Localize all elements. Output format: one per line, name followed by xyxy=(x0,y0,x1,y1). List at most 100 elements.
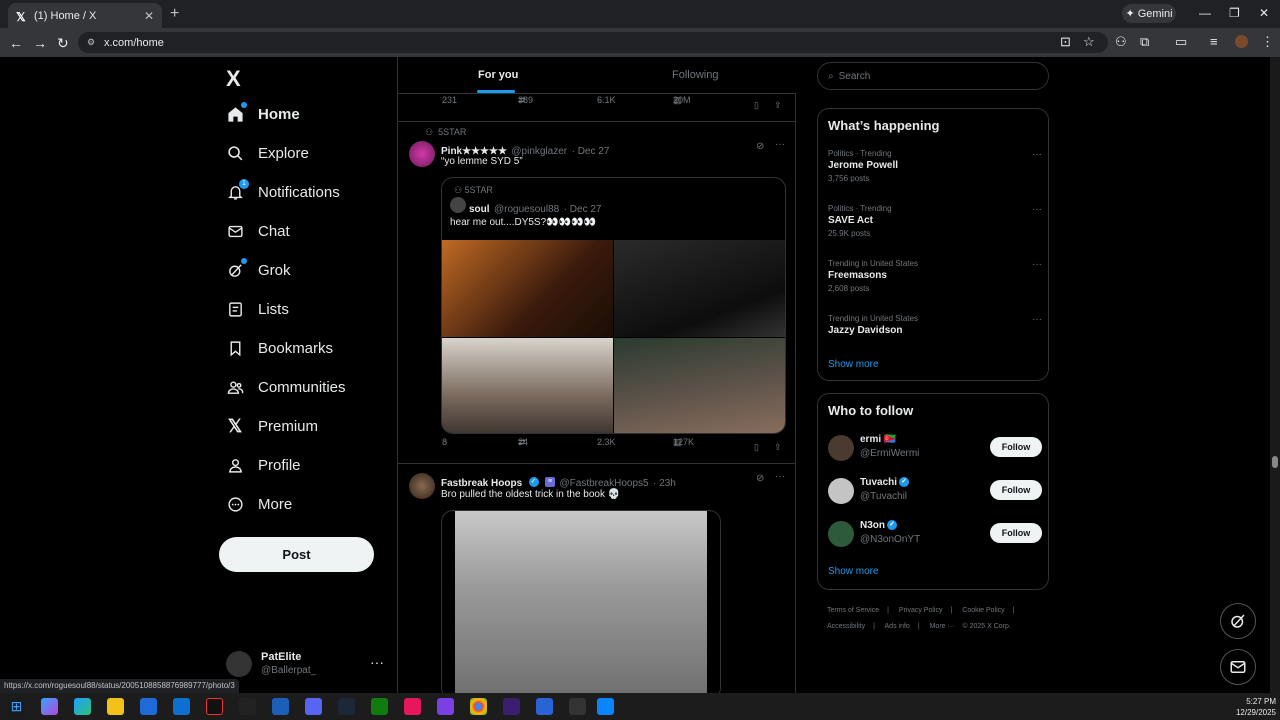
xbox-icon[interactable] xyxy=(371,698,388,715)
close-tab-icon[interactable]: ✕ xyxy=(144,9,154,23)
community-context[interactable]: ⚇ 5STAR xyxy=(425,127,466,138)
show-more-link[interactable]: Show more xyxy=(828,566,879,577)
app-icon[interactable] xyxy=(597,698,614,715)
tab-following[interactable]: Following xyxy=(672,69,718,81)
photo-1[interactable] xyxy=(442,240,613,337)
mail-app-icon[interactable] xyxy=(173,698,190,715)
avatar[interactable] xyxy=(828,478,854,504)
video-frame[interactable] xyxy=(455,511,707,693)
photo-4[interactable] xyxy=(614,338,785,433)
account-more-icon[interactable]: ··· xyxy=(370,654,384,670)
app-icon[interactable] xyxy=(569,698,586,715)
trend-item[interactable]: Politics · Trending Jerome Powell 3,756 … xyxy=(828,149,1042,183)
profile-avatar[interactable] xyxy=(1235,35,1248,48)
grok-icon[interactable]: ⊘ xyxy=(756,141,764,152)
bookmark-star-icon[interactable]: ☆ xyxy=(1083,34,1095,50)
privacy-link[interactable]: Privacy Policy xyxy=(899,607,943,614)
more-icon[interactable]: ··· xyxy=(775,471,785,482)
forward-icon[interactable]: → xyxy=(33,35,47,51)
cookie-link[interactable]: Cookie Policy xyxy=(962,607,1004,614)
nav-grok[interactable]: Grok xyxy=(226,258,291,279)
new-tab-button[interactable]: + xyxy=(170,5,179,23)
extension-icon[interactable]: ⚇ xyxy=(1115,34,1127,50)
file-explorer-icon[interactable] xyxy=(107,698,124,715)
sidepanel-icon[interactable]: ▭ xyxy=(1175,34,1187,50)
copilot-icon[interactable] xyxy=(41,698,58,715)
more-icon[interactable]: ··· xyxy=(775,139,785,150)
app-icon[interactable] xyxy=(437,698,454,715)
grok-float-button[interactable] xyxy=(1220,603,1256,639)
follow-button[interactable]: Follow xyxy=(990,437,1042,457)
trend-item[interactable]: Politics · Trending SAVE Act 25.9K posts… xyxy=(828,204,1042,238)
messages-float-button[interactable] xyxy=(1220,649,1256,685)
discord-icon[interactable] xyxy=(305,698,322,715)
accessibility-link[interactable]: Accessibility xyxy=(827,623,865,630)
more-link[interactable]: More ··· xyxy=(930,623,955,630)
nav-more[interactable]: More xyxy=(226,495,292,513)
url-input[interactable]: ⚙ x.com/home xyxy=(78,32,1108,53)
follow-button[interactable]: Follow xyxy=(990,523,1042,543)
avatar[interactable] xyxy=(409,141,435,167)
avatar[interactable] xyxy=(828,435,854,461)
nav-premium[interactable]: 𝕏 Premium xyxy=(226,416,318,436)
windows-start-icon[interactable]: ⊞ xyxy=(8,698,25,715)
avatar[interactable] xyxy=(828,521,854,547)
follow-suggestion[interactable]: ermi 🇪🇷 @ErmiWermi Follow xyxy=(828,434,1042,464)
media-icon[interactable]: ≡ xyxy=(1210,34,1218,49)
edge-icon[interactable] xyxy=(74,698,91,715)
photo-3[interactable] xyxy=(442,338,613,433)
puzzle-icon[interactable]: ⧉ xyxy=(1140,34,1149,50)
nav-profile[interactable]: Profile xyxy=(226,456,301,474)
store-icon[interactable] xyxy=(140,698,157,715)
follow-button[interactable]: Follow xyxy=(990,480,1042,500)
account-switcher[interactable]: PatElite @Ballerpat_ ··· xyxy=(226,649,386,679)
install-icon[interactable]: ⊡ xyxy=(1060,34,1071,50)
clock-app-icon[interactable] xyxy=(206,698,223,715)
grok-icon[interactable]: ⊘ xyxy=(756,473,764,484)
tab-for-you[interactable]: For you xyxy=(478,69,518,81)
nav-explore[interactable]: Explore xyxy=(226,144,309,162)
x-logo-icon[interactable]: X xyxy=(226,66,241,92)
site-info-icon[interactable]: ⚙ xyxy=(87,37,95,48)
app-icon[interactable] xyxy=(272,698,289,715)
minimize-icon[interactable]: — xyxy=(1199,6,1211,20)
nav-lists[interactable]: Lists xyxy=(226,300,289,318)
tweet-date[interactable]: · 23h xyxy=(653,478,676,489)
app-icon[interactable] xyxy=(503,698,520,715)
steam-icon[interactable] xyxy=(338,698,355,715)
bookmark-button[interactable]: ▯ xyxy=(754,442,759,453)
close-window-icon[interactable]: ✕ xyxy=(1259,6,1269,20)
show-more-link[interactable]: Show more xyxy=(828,359,879,370)
follow-suggestion[interactable]: Tuvachi ✓ @Tuvachil Follow xyxy=(828,477,1042,507)
share-icon[interactable]: ⇪ xyxy=(774,100,782,111)
more-icon[interactable]: ··· xyxy=(1032,149,1042,160)
follow-suggestion[interactable]: N3on ✓ @N3onOnYT Follow xyxy=(828,520,1042,550)
nav-home[interactable]: Home xyxy=(226,102,300,123)
reload-icon[interactable]: ↻ xyxy=(57,35,69,52)
tiktok-icon[interactable] xyxy=(404,698,421,715)
terms-link[interactable]: Terms of Service xyxy=(827,607,879,614)
trend-item[interactable]: Trending in United States Freemasons 2,6… xyxy=(828,259,1042,293)
photo-2[interactable] xyxy=(614,240,785,337)
back-icon[interactable]: ← xyxy=(9,35,23,51)
post-button[interactable]: Post xyxy=(219,537,374,572)
gemini-button[interactable]: ✦ Gemini xyxy=(1122,4,1176,23)
menu-icon[interactable]: ⋮ xyxy=(1261,34,1274,50)
nav-communities[interactable]: Communities xyxy=(226,378,346,396)
more-icon[interactable]: ··· xyxy=(1032,204,1042,215)
nav-bookmarks[interactable]: Bookmarks xyxy=(226,339,333,357)
bookmark-button[interactable]: ▯ xyxy=(754,100,759,111)
scrollbar[interactable] xyxy=(1270,57,1280,693)
chrome-icon[interactable] xyxy=(470,698,487,715)
nav-chat[interactable]: Chat xyxy=(226,222,290,240)
search-input[interactable]: ⌕ Search xyxy=(817,62,1049,90)
tweet-media[interactable] xyxy=(441,510,721,693)
scroll-thumb[interactable] xyxy=(1272,456,1278,468)
nav-notifications[interactable]: 1 Notifications xyxy=(226,179,340,201)
trend-item[interactable]: Trending in United States Jazzy Davidson… xyxy=(828,314,1042,336)
share-icon[interactable]: ⇪ xyxy=(774,442,782,453)
app-icon[interactable] xyxy=(536,698,553,715)
avatar[interactable] xyxy=(409,473,435,499)
epic-games-icon[interactable] xyxy=(239,698,256,715)
more-icon[interactable]: ··· xyxy=(1032,314,1042,325)
